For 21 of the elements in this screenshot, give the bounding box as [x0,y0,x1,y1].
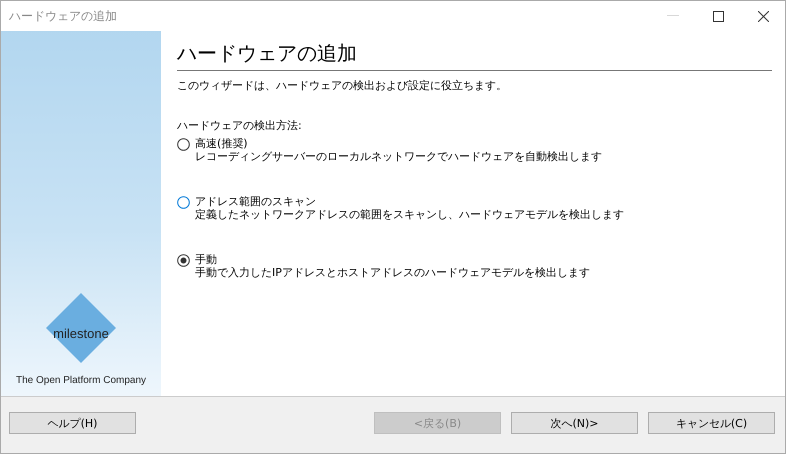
option-label[interactable]: アドレス範囲のスキャン [195,195,316,208]
option-description: 定義したネットワークアドレスの範囲をスキャンし、ハードウェアモデルを検出します [195,208,624,221]
option-label[interactable]: 手動 [195,253,217,266]
option-label[interactable]: 高速(推奨) [195,137,248,150]
page-heading: ハードウェアの追加 [177,40,358,67]
option-description: レコーディングサーバーのローカルネットワークでハードウェアを自動検出します [195,150,602,163]
logo-diamond-icon [46,293,116,363]
radio-button[interactable] [177,138,190,151]
dialog-button[interactable]: キャンセル(C) [648,412,775,434]
intro-text: このウィザードは、ハードウェアの検出および設定に役立ちます。 [177,79,508,93]
radio-button[interactable] [177,196,190,209]
dialog-button[interactable]: ヘルプ(H) [9,412,136,434]
maximize-icon[interactable] [713,10,724,22]
option-description: 手動で入力したIPアドレスとホストアドレスのハードウェアモデルを検出します [195,266,590,279]
group-label: ハードウェアの検出方法: [177,119,303,133]
radio-button[interactable] [177,254,190,267]
close-icon[interactable] [758,10,769,22]
tagline: The Open Platform Company [16,375,146,386]
logo-text: milestone [53,326,109,341]
window-title: ハードウェアの追加 [9,8,117,24]
dialog-button[interactable]: 次へ(N)> [511,412,638,434]
